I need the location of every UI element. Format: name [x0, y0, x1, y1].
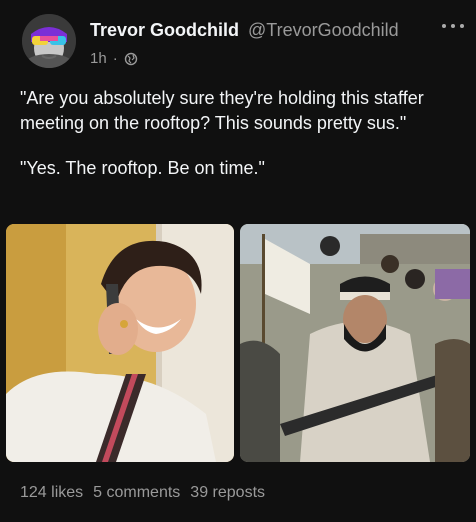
post-header: Trevor Goodchild @TrevorGoodchild: [90, 20, 466, 41]
smiling-man-on-phone-photo[interactable]: [6, 224, 234, 462]
meta-separator: ·: [112, 50, 118, 67]
post-card: Trevor Goodchild @TrevorGoodchild 1h · "…: [0, 0, 476, 522]
post-timestamp[interactable]: 1h: [90, 50, 107, 67]
author-row: Trevor Goodchild @TrevorGoodchild: [90, 20, 466, 41]
author-handle[interactable]: @TrevorGoodchild: [248, 20, 399, 41]
post-stats: 124 likes 5 comments 39 reposts: [20, 484, 265, 502]
avatar[interactable]: [22, 14, 76, 68]
likes-count[interactable]: 124 likes: [20, 484, 83, 502]
author-display-name[interactable]: Trevor Goodchild: [90, 20, 239, 41]
post-text: "Are you absolutely sure they're holding…: [20, 86, 460, 181]
reposts-count[interactable]: 39 reposts: [190, 484, 265, 502]
comments-count[interactable]: 5 comments: [93, 484, 180, 502]
globe-icon: [124, 52, 138, 66]
more-options-icon[interactable]: [442, 24, 464, 34]
armed-men-group-photo[interactable]: [240, 224, 470, 462]
post-meta: 1h ·: [90, 50, 138, 67]
post-paragraph-1: "Are you absolutely sure they're holding…: [20, 88, 424, 133]
post-paragraph-2: "Yes. The rooftop. Be on time.": [20, 158, 265, 178]
